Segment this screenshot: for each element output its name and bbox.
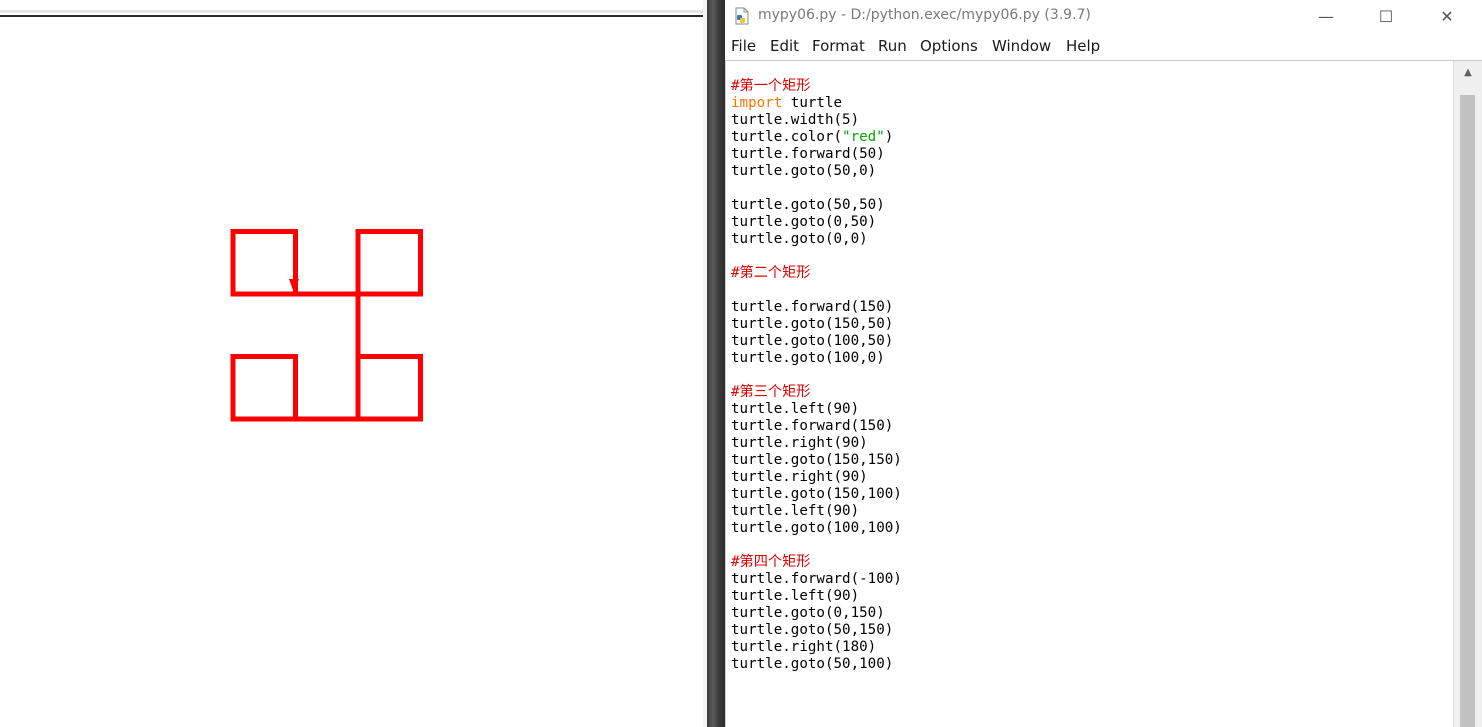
code-line[interactable]: turtle.color("red") [731,129,902,146]
code-line[interactable]: turtle.goto(50,150) [731,622,902,639]
code-token: turtle.right(180) [731,639,877,655]
code-token: turtle.forward(150) [731,418,894,434]
code-editor[interactable]: #第一个矩形 import turtle turtle.width(5) turtle… [725,61,1453,727]
close-icon: ✕ [1440,7,1454,26]
code-line[interactable]: turtle.goto(0,50) [731,214,902,231]
turtle-drawing [230,229,423,422]
code-line[interactable]: turtle.forward(150) [731,299,902,316]
close-button[interactable]: ✕ [1418,0,1476,33]
code-token: turtle.goto(150,50) [731,316,894,332]
code-token: #第一个矩形 [731,78,811,94]
minimize-icon: — [1318,7,1334,26]
menu-format[interactable]: Format [812,37,865,55]
turtle-graphics-window [0,0,707,727]
code-token: import [731,95,783,111]
code-token: turtle.goto(50,150) [731,622,894,638]
code-line[interactable]: turtle.goto(100,100) [731,520,902,537]
code-token: turtle.right(90) [731,435,868,451]
code-line[interactable] [731,537,902,554]
code-token: "red" [842,129,885,145]
code-line[interactable]: turtle.right(90) [731,469,902,486]
python-file-icon [735,7,749,25]
code-line[interactable]: turtle.left(90) [731,503,902,520]
code-line[interactable]: turtle.goto(50,100) [731,656,902,673]
menu-edit[interactable]: Edit [770,37,799,55]
code-line[interactable]: turtle.left(90) [731,401,902,418]
code-line[interactable]: turtle.right(90) [731,435,902,452]
code-line[interactable]: turtle.goto(50,0) [731,163,902,180]
code-line[interactable]: turtle.goto(100,50) [731,333,902,350]
window-title: mypy06.py - D:/python.exec/mypy06.py (3.… [758,7,1091,23]
code-token: ) [884,129,894,145]
maximize-icon: ☐ [1378,7,1394,26]
code-token: turtle.goto(100,100) [731,520,902,536]
code-token: turtle [782,95,843,111]
menu-window[interactable]: Window [992,37,1051,55]
code-token: turtle.forward(150) [731,299,894,315]
code-line[interactable]: turtle.right(180) [731,639,902,656]
code-token: turtle.goto(100,50) [731,333,894,349]
scroll-up-arrow-icon[interactable]: ▲ [1454,61,1482,83]
code-token: turtle.left(90) [731,401,860,417]
code-token: #第二个矩形 [731,265,811,281]
vertical-scrollbar[interactable]: ▲ [1453,61,1482,727]
code-token: turtle.goto(0,0) [731,231,868,247]
code-line[interactable]: #第二个矩形 [731,265,902,282]
code-token: turtle.left(90) [731,503,860,519]
code-line[interactable] [731,282,902,299]
code-token: turtle.right(90) [731,469,868,485]
code-token: turtle.color( [731,129,843,145]
code-token: #第四个矩形 [731,554,811,570]
code-token: turtle.goto(100,0) [731,350,885,366]
code-line[interactable]: #第四个矩形 [731,554,902,571]
code-token: turtle.left(90) [731,588,860,604]
minimize-button[interactable]: — [1297,0,1355,33]
code-line[interactable]: import turtle [731,95,902,112]
code-line[interactable]: turtle.goto(100,0) [731,350,902,367]
code-line[interactable]: turtle.forward(150) [731,418,902,435]
code-line[interactable] [731,367,902,384]
code-token: turtle.goto(150,100) [731,486,902,502]
menu-help[interactable]: Help [1066,37,1100,55]
code-token: turtle.goto(50,0) [731,163,877,179]
code-token: turtle.forward(-100) [731,571,902,587]
code-token: #第三个矩形 [731,384,811,400]
maximize-button[interactable]: ☐ [1357,0,1415,33]
code-token: turtle.goto(0,150) [731,605,885,621]
menu-file[interactable]: File [731,37,756,55]
code-line[interactable]: turtle.goto(0,150) [731,605,902,622]
menu-run[interactable]: Run [878,37,907,55]
turtle-canvas [230,229,423,422]
turtle-window-frame-top [0,0,703,17]
code-line[interactable]: turtle.goto(50,50) [731,197,902,214]
code-text[interactable]: #第一个矩形 import turtle turtle.width(5) turtle… [731,78,902,673]
code-line[interactable]: #第三个矩形 [731,384,902,401]
code-line[interactable]: turtle.left(90) [731,588,902,605]
title-bar[interactable]: mypy06.py - D:/python.exec/mypy06.py (3.… [725,0,1482,33]
menu-bar: File Edit Format Run Options Window Help [725,33,1482,61]
code-line[interactable] [731,248,902,265]
code-line[interactable]: turtle.forward(50) [731,146,902,163]
code-line[interactable]: turtle.goto(150,100) [731,486,902,503]
code-token: turtle.goto(150,150) [731,452,902,468]
code-line[interactable]: turtle.goto(0,0) [731,231,902,248]
code-line[interactable] [731,180,902,197]
code-token: turtle.goto(50,50) [731,197,885,213]
code-line[interactable]: turtle.forward(-100) [731,571,902,588]
code-line[interactable]: turtle.width(5) [731,112,902,129]
code-token: turtle.goto(50,100) [731,656,894,672]
code-token: turtle.goto(0,50) [731,214,877,230]
code-line[interactable]: #第一个矩形 [731,78,902,95]
code-line[interactable]: turtle.goto(150,50) [731,316,902,333]
code-line[interactable]: turtle.goto(150,150) [731,452,902,469]
menu-options[interactable]: Options [920,37,978,55]
scroll-thumb[interactable] [1460,95,1475,727]
code-token: turtle.forward(50) [731,146,885,162]
idle-editor-window: mypy06.py - D:/python.exec/mypy06.py (3.… [725,0,1482,727]
code-token: turtle.width(5) [731,112,860,128]
window-divider [703,0,725,727]
